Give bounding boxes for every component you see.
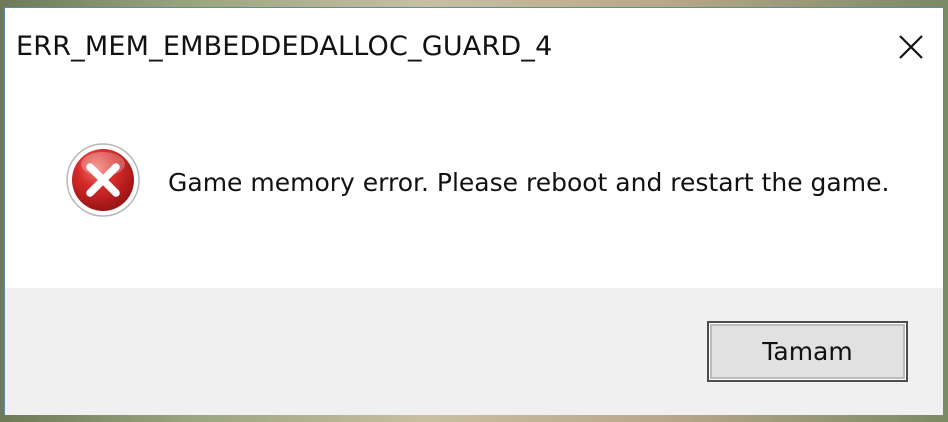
ok-button[interactable]: Tamam [707, 321, 908, 382]
error-message: Game memory error. Please reboot and res… [168, 168, 890, 197]
close-icon [899, 35, 923, 59]
close-button[interactable] [891, 27, 931, 67]
dialog-content: Game memory error. Please reboot and res… [5, 86, 943, 288]
error-icon [66, 143, 140, 217]
title-bar[interactable]: ERR_MEM_EMBEDDEDALLOC_GUARD_4 [5, 8, 943, 86]
dialog-footer: Tamam [5, 288, 943, 415]
error-dialog: ERR_MEM_EMBEDDEDALLOC_GUARD_4 Game memor… [4, 7, 944, 415]
dialog-title: ERR_MEM_EMBEDDEDALLOC_GUARD_4 [16, 31, 553, 62]
